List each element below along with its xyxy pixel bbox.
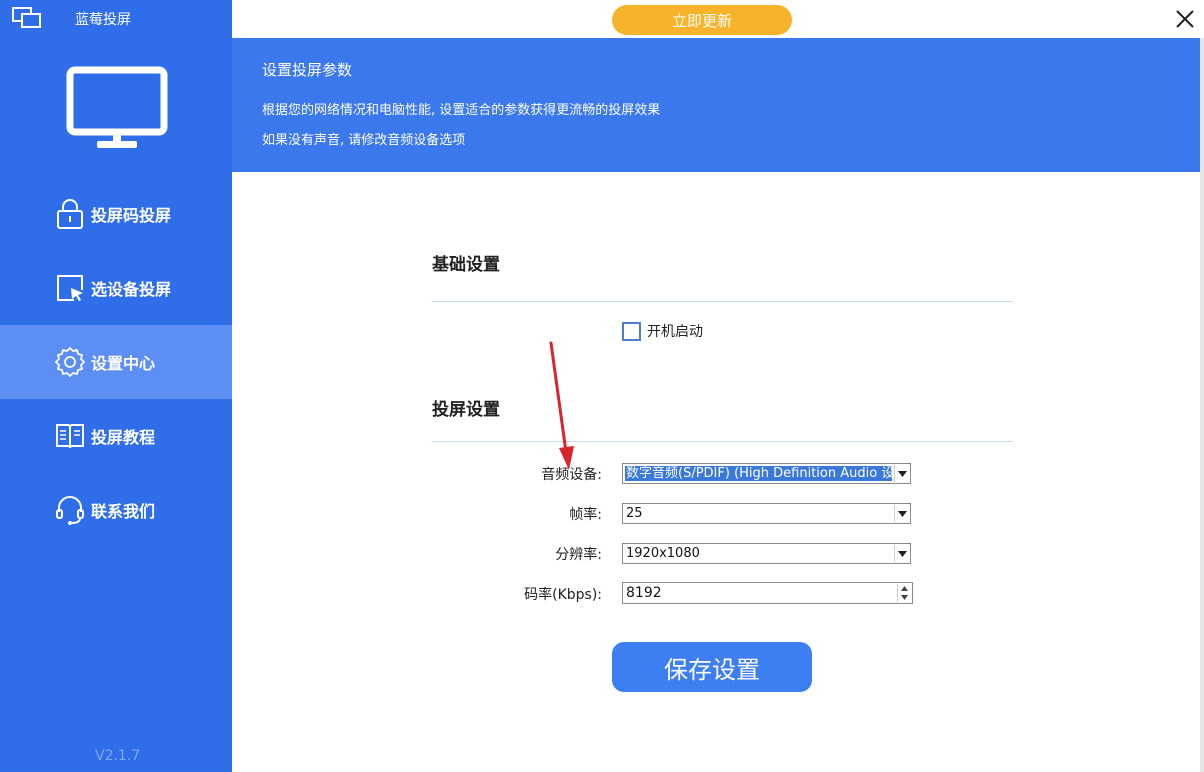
autostart-checkbox[interactable]: [622, 321, 641, 341]
chevron-down-icon[interactable]: [894, 505, 909, 522]
window-edge: [1200, 38, 1204, 772]
divider: [432, 441, 1013, 442]
title-bar: 立即更新: [232, 0, 1204, 38]
chevron-down-icon[interactable]: [894, 545, 909, 562]
lock-icon: [53, 197, 87, 231]
audio-device-label: 音频设备:: [541, 467, 602, 483]
sidebar-item-label: 选设备投屏: [91, 280, 172, 299]
bitrate-spinbox[interactable]: 8192: [622, 582, 913, 604]
resolution-label: 分辨率:: [555, 547, 602, 563]
spinbox-arrows: [897, 584, 911, 602]
version-label: V2.1.7: [95, 748, 141, 764]
chevron-down-icon[interactable]: [894, 465, 909, 482]
sidebar-item-select-device[interactable]: 选设备投屏: [0, 251, 232, 325]
bitrate-label: 码率(Kbps):: [524, 587, 602, 603]
autostart-row: 开机启动: [622, 321, 703, 341]
sidebar-item-contact[interactable]: 联系我们: [0, 473, 232, 547]
framerate-select[interactable]: 25: [622, 503, 911, 524]
banner-title: 设置投屏参数: [262, 61, 353, 79]
spin-up-icon[interactable]: [898, 584, 911, 593]
select-value: 25: [626, 506, 643, 521]
select-value: 1920x1080: [626, 546, 700, 561]
resolution-select[interactable]: 1920x1080: [622, 543, 911, 564]
save-settings-button[interactable]: 保存设置: [612, 642, 812, 692]
divider: [432, 301, 1013, 302]
sidebar-item-label: 投屏教程: [91, 428, 156, 447]
framerate-label: 帧率:: [569, 507, 602, 523]
sidebar-item-label: 投屏码投屏: [91, 206, 172, 225]
screens-logo-icon: [12, 7, 41, 28]
book-icon: [53, 419, 87, 453]
select-value: 数字音频(S/PDIF) (High Definition Audio 设备): [625, 466, 892, 481]
close-icon[interactable]: [1174, 8, 1196, 30]
sidebar: 蓝莓投屏 投屏码投屏 选设备投屏 设置中心 投屏教程 联系我们 V2.1.7: [0, 0, 232, 772]
monitor-icon: [66, 66, 168, 148]
sidebar-item-settings[interactable]: 设置中心: [0, 325, 232, 399]
audio-device-select[interactable]: 数字音频(S/PDIF) (High Definition Audio 设备): [622, 463, 911, 484]
update-now-button[interactable]: 立即更新: [612, 5, 792, 35]
sidebar-item-cast-code[interactable]: 投屏码投屏: [0, 177, 232, 251]
spinbox-value: 8192: [626, 585, 662, 601]
headset-icon: [53, 493, 87, 527]
spin-down-icon[interactable]: [898, 593, 911, 602]
gear-icon: [53, 345, 87, 379]
app-title: 蓝莓投屏: [75, 12, 131, 28]
info-banner: 设置投屏参数 根据您的网络情况和电脑性能, 设置适合的参数获得更流畅的投屏效果 …: [232, 38, 1204, 172]
sidebar-item-tutorial[interactable]: 投屏教程: [0, 399, 232, 473]
sidebar-item-label: 设置中心: [91, 354, 156, 373]
banner-text: 如果没有声音, 请修改音频设备选项: [262, 133, 466, 148]
basic-settings-title: 基础设置: [432, 255, 500, 275]
banner-text: 根据您的网络情况和电脑性能, 设置适合的参数获得更流畅的投屏效果: [262, 103, 661, 118]
sidebar-item-label: 联系我们: [91, 502, 156, 521]
autostart-label: 开机启动: [647, 324, 703, 340]
app-header: 蓝莓投屏: [0, 0, 232, 40]
cursor-select-icon: [53, 271, 87, 305]
cast-settings-title: 投屏设置: [432, 400, 500, 420]
